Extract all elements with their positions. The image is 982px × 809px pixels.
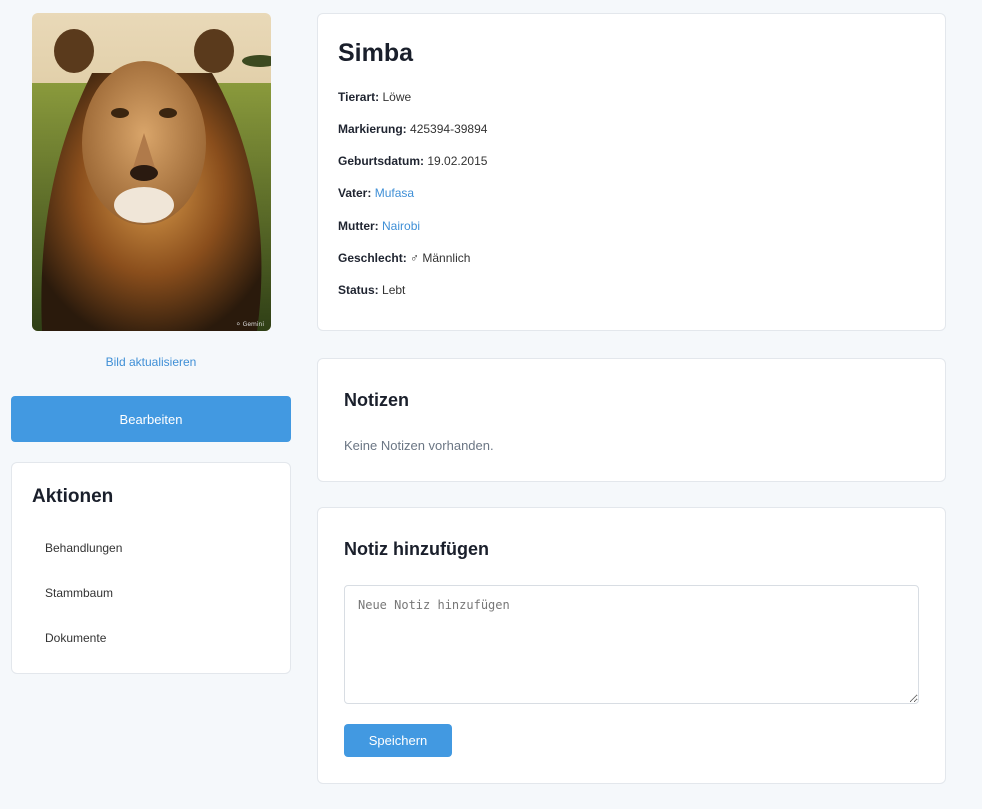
field-value: 19.02.2015 — [427, 154, 488, 168]
svg-text:⚪ Gemini: ⚪ Gemini — [236, 321, 265, 328]
note-input[interactable] — [344, 585, 919, 704]
save-button[interactable]: Speichern — [344, 724, 452, 757]
action-documents[interactable]: Dokumente — [45, 631, 106, 645]
field-label: Geschlecht: — [338, 251, 407, 265]
field-status: Status: Lebt — [338, 283, 405, 297]
field-birthdate: Geburtsdatum: 19.02.2015 — [338, 154, 487, 168]
notes-card: Notizen Keine Notizen vorhanden. — [317, 358, 946, 482]
field-sex: Geschlecht: ♂ Männlich — [338, 251, 470, 265]
field-label: Geburtsdatum: — [338, 154, 425, 168]
field-mother: Mutter: Nairobi — [338, 219, 420, 233]
field-label: Vater: — [338, 186, 372, 200]
animal-name: Simba — [338, 39, 414, 67]
field-label: Status: — [338, 283, 379, 297]
field-value: Lebt — [382, 283, 406, 297]
field-species: Tierart: Löwe — [338, 90, 411, 104]
mother-link[interactable]: Nairobi — [382, 219, 420, 233]
field-label: Markierung: — [338, 122, 407, 136]
animal-photo: ⚪ Gemini — [32, 13, 271, 331]
field-value: Löwe — [382, 90, 412, 104]
field-label: Tierart: — [338, 90, 380, 104]
notes-title: Notizen — [344, 390, 409, 410]
field-father: Vater: Mufasa — [338, 186, 414, 200]
field-value: ♂ Männlich — [410, 251, 471, 265]
add-note-card: Notiz hinzufügen Speichern — [317, 507, 946, 784]
lion-image: ⚪ Gemini — [32, 13, 271, 331]
field-value: 425394-39894 — [410, 122, 488, 136]
update-photo-link[interactable]: Bild aktualisieren — [11, 355, 291, 369]
add-note-title: Notiz hinzufügen — [344, 539, 489, 559]
actions-title: Aktionen — [32, 486, 114, 507]
father-link[interactable]: Mufasa — [375, 186, 414, 200]
edit-button[interactable]: Bearbeiten — [11, 396, 291, 442]
action-pedigree[interactable]: Stammbaum — [45, 586, 113, 600]
action-treatments[interactable]: Behandlungen — [45, 541, 122, 555]
actions-card: Aktionen Behandlungen Stammbaum Dokument… — [11, 462, 291, 674]
field-label: Mutter: — [338, 219, 379, 233]
notes-empty-text: Keine Notizen vorhanden. — [344, 438, 494, 453]
animal-info-card: Simba Tierart: Löwe Markierung: 425394-3… — [317, 13, 946, 331]
field-marking: Markierung: 425394-39894 — [338, 122, 487, 136]
